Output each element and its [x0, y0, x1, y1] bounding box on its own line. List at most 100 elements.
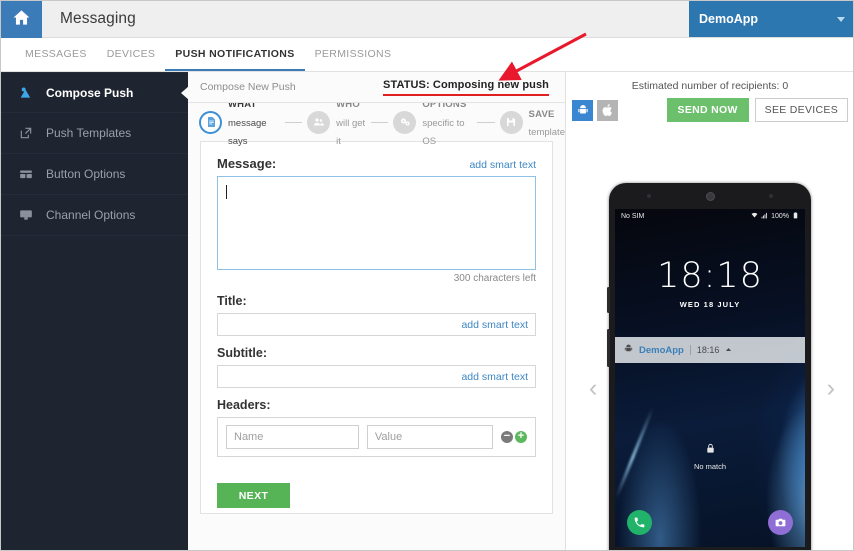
phone-preview-area: ‹ › No SIM 100% 18:18 WED 18 JULY DemoAp… [567, 122, 853, 550]
step-divider [371, 121, 389, 123]
plus-circle-icon[interactable]: + [515, 431, 527, 443]
message-input[interactable] [217, 176, 536, 270]
step-divider [477, 121, 495, 123]
tab-permissions[interactable]: PERMISSIONS [305, 38, 402, 71]
phone-shortcut-icon[interactable] [627, 510, 652, 535]
sidebar-label-button-options: Button Options [46, 167, 126, 181]
top-bar: Messaging DemoApp [1, 1, 853, 38]
phone-mockup: No SIM 100% 18:18 WED 18 JULY DemoApp 18… [607, 183, 811, 550]
sidebar-item-channel-options[interactable]: Channel Options [1, 195, 188, 236]
gears-icon [393, 110, 417, 134]
lock-icon [705, 441, 716, 458]
page-title: Messaging [60, 10, 136, 27]
apple-icon[interactable] [597, 99, 618, 121]
app-selector[interactable]: DemoApp [689, 1, 853, 37]
message-label: Message: [217, 156, 277, 171]
push-notification-preview[interactable]: DemoApp 18:16 [615, 337, 805, 363]
home-button[interactable] [1, 1, 42, 38]
sidebar-label-push-templates: Push Templates [46, 126, 132, 140]
lockscreen-clock-area: 18:18 WED 18 JULY [615, 256, 805, 310]
step-save-title: SAVE [528, 108, 555, 120]
main-header: Compose New Push STATUS: Composing new p… [188, 72, 565, 103]
title-input[interactable]: add smart text [217, 313, 536, 336]
headers-row: Name Value − + [217, 417, 536, 457]
lockscreen-date: WED 18 JULY [679, 300, 741, 309]
status-underline [383, 94, 549, 96]
header-name-input[interactable]: Name [226, 425, 359, 449]
battery-percent-label: 100% [771, 212, 789, 220]
step-what-subtitle: message says [228, 117, 267, 148]
sidebar-item-push-templates[interactable]: Push Templates [1, 113, 188, 154]
preview-panel: Estimated number of recipients: 0 SEND N… [567, 72, 853, 550]
sidebar-label-channel-options: Channel Options [46, 208, 136, 222]
signal-bars-icon [761, 212, 768, 221]
sidebar-item-compose-push[interactable]: Compose Push [1, 72, 189, 113]
header-controls: − + [501, 431, 527, 443]
tab-messages[interactable]: MESSAGES [15, 38, 97, 71]
status-area: STATUS: Composing new push [383, 79, 549, 96]
preview-controls: SEND NOW SEE DEVICES [567, 92, 853, 122]
status-icons: 100% [751, 211, 799, 221]
phone-power-button [607, 329, 610, 367]
wifi-icon [751, 212, 758, 221]
tab-bar: MESSAGES DEVICES PUSH NOTIFICATIONS PERM… [1, 38, 853, 72]
next-button[interactable]: NEXT [217, 483, 290, 508]
step-who-subtitle: will get it [336, 117, 366, 148]
status-badge: STATUS: Composing new push [383, 79, 549, 91]
phone-camera-icon [705, 191, 715, 201]
header-value-input[interactable]: Value [366, 425, 493, 449]
sidebar-item-button-options[interactable]: Button Options [1, 154, 188, 195]
sidebar-label-compose-push: Compose Push [46, 85, 134, 100]
step-save[interactable]: SAVE template [499, 104, 565, 141]
android-robot-icon [623, 341, 634, 359]
app-window: Messaging DemoApp MESSAGES DEVICES PUSH … [0, 0, 854, 551]
android-icon[interactable] [572, 99, 593, 121]
step-save-subtitle: template [528, 127, 565, 138]
compose-push-icon [15, 86, 37, 100]
home-icon [12, 8, 31, 32]
message-label-row: Message: add smart text [217, 156, 536, 171]
title-smart-text-link[interactable]: add smart text [461, 319, 528, 331]
compose-form: Message: add smart text 300 characters l… [200, 141, 553, 514]
channel-monitor-icon [15, 208, 37, 222]
notification-divider [689, 345, 691, 355]
document-icon [199, 110, 222, 134]
chevron-left-icon[interactable]: ‹ [589, 376, 597, 401]
battery-full-icon [792, 211, 799, 221]
next-button-wrap: NEXT [217, 483, 536, 508]
chevron-up-icon[interactable] [724, 341, 733, 359]
phone-screen: No SIM 100% 18:18 WED 18 JULY DemoApp 18… [615, 209, 805, 547]
subtitle-label: Subtitle: [217, 346, 267, 360]
button-options-icon [15, 167, 37, 181]
lockscreen-clock: 18:18 [657, 256, 763, 296]
people-icon [307, 110, 331, 134]
chevron-right-icon[interactable]: › [827, 376, 835, 401]
lock-status-area: No match [615, 441, 805, 471]
step-indicator: WHAT message says WHO will get it OPTION… [188, 99, 565, 147]
headers-label: Headers: [217, 398, 271, 412]
sidebar: Compose Push Push Templates Button Optio… [1, 72, 189, 550]
notification-app-name: DemoApp [639, 344, 684, 356]
tab-push-notifications[interactable]: PUSH NOTIFICATIONS [165, 38, 304, 71]
camera-shortcut-icon[interactable] [768, 510, 793, 535]
breadcrumb: Compose New Push [200, 81, 296, 93]
phone-volume-button [607, 287, 610, 313]
recipients-count: Estimated number of recipients: 0 [631, 80, 789, 92]
phone-status-bar: No SIM 100% [615, 209, 805, 223]
text-caret [226, 185, 227, 199]
tab-devices[interactable]: DEVICES [97, 38, 166, 71]
minus-circle-icon[interactable]: − [501, 431, 513, 443]
subtitle-smart-text-link[interactable]: add smart text [461, 371, 528, 383]
step-save-text: SAVE template [529, 104, 565, 141]
lock-status-text: No match [693, 462, 727, 471]
phone-sensor-icon [647, 194, 651, 198]
see-devices-button[interactable]: SEE DEVICES [754, 98, 848, 122]
send-now-button[interactable]: SEND NOW [666, 98, 749, 122]
step-options-subtitle: specific to OS [422, 117, 465, 148]
templates-share-icon [15, 126, 37, 140]
subtitle-input[interactable]: add smart text [217, 365, 536, 388]
message-smart-text-link[interactable]: add smart text [469, 159, 536, 171]
phone-top-bezel [609, 183, 811, 209]
title-label: Title: [217, 294, 247, 308]
